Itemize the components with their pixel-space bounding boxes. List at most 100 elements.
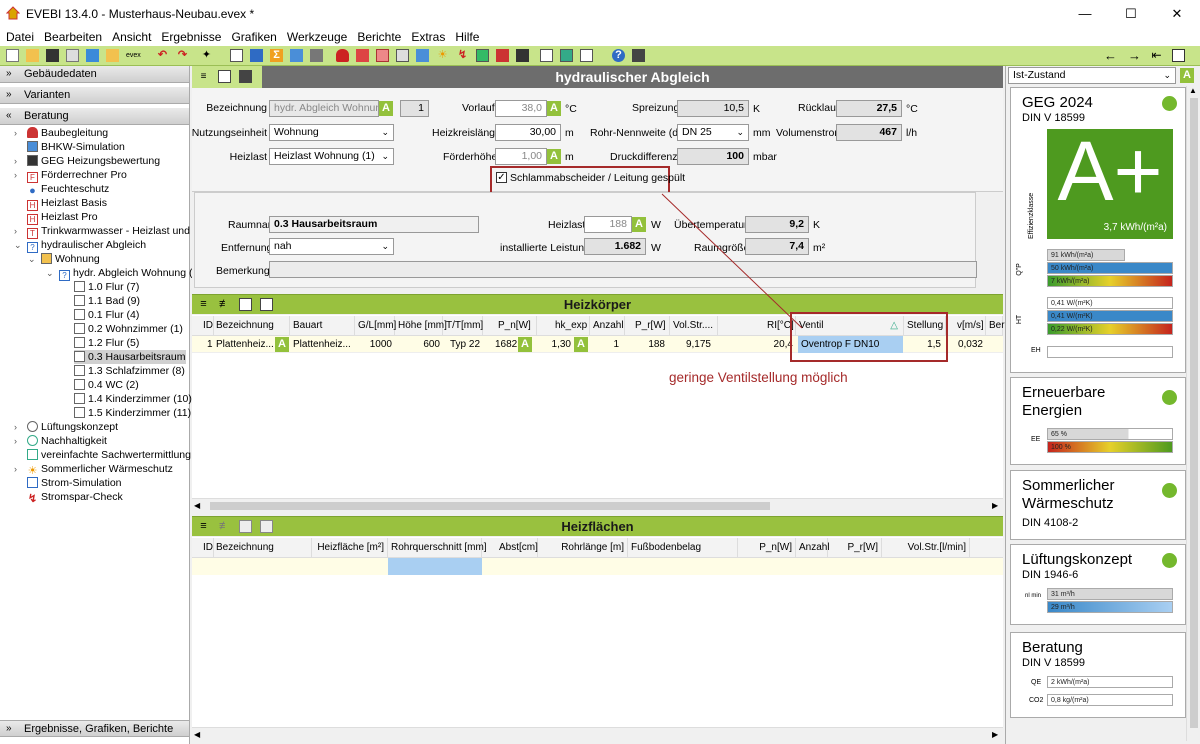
calculator-icon[interactable] xyxy=(290,49,303,62)
help-icon[interactable]: ? xyxy=(612,49,625,62)
tree-item-baubegleitung[interactable]: › Baubegleitung xyxy=(14,126,108,140)
col-ber[interactable]: Ber xyxy=(986,316,1005,336)
scroll-right-icon[interactable]: ▶ xyxy=(992,730,998,739)
auto-button[interactable]: A xyxy=(518,337,532,352)
export-icon[interactable] xyxy=(106,49,119,62)
copy-row-icon[interactable] xyxy=(239,298,252,311)
helmet-icon[interactable] xyxy=(336,49,349,62)
sun-icon[interactable]: ☀ xyxy=(436,49,449,62)
scroll-left-icon[interactable]: ◀ xyxy=(194,501,200,510)
tree-item-nachhaltigkeit[interactable]: › Nachhaltigkeit xyxy=(14,434,107,448)
collapse-icon[interactable]: ⌄ xyxy=(28,252,36,266)
minimize-button[interactable]: — xyxy=(1062,0,1108,28)
tree-item-sommerlicher-waermeschutz[interactable]: › ☀ Sommerlicher Wärmeschutz xyxy=(14,462,173,478)
menu-hilfe[interactable]: Hilfe xyxy=(449,28,483,44)
expand-icon[interactable]: › xyxy=(14,420,17,434)
col-hk-exp[interactable]: hk_exp xyxy=(552,316,590,336)
bemerkung-field[interactable] xyxy=(269,261,977,278)
add-row-icon[interactable]: ≡ xyxy=(197,520,210,533)
layout-icon[interactable] xyxy=(580,49,593,62)
paste-row-icon[interactable] xyxy=(260,520,273,533)
calc-dark-icon[interactable] xyxy=(632,49,645,62)
remove-row-icon[interactable]: ≢ xyxy=(218,520,231,533)
sommerlicher-waermeschutz-card[interactable]: Sommerlicher Wärmeschutz DIN 4108-2 xyxy=(1010,470,1186,540)
tree-item-room[interactable]: 1.3 Schlafzimmer (8) xyxy=(74,364,185,378)
settings-doc-icon[interactable] xyxy=(310,49,323,62)
open-folder-icon[interactable] xyxy=(26,49,39,62)
close-button[interactable]: ✕ xyxy=(1154,0,1200,28)
room-heizlast-field[interactable]: 188 xyxy=(584,216,632,233)
split-panel-icon[interactable] xyxy=(1172,49,1185,62)
collapse-icon[interactable]: ⌄ xyxy=(46,266,54,280)
report-icon[interactable] xyxy=(496,49,509,62)
auto-button[interactable]: A xyxy=(547,149,561,164)
scroll-up-icon[interactable]: ▲ xyxy=(1189,86,1197,95)
expand-icon[interactable]: › xyxy=(14,154,17,168)
paste-row-icon[interactable] xyxy=(260,298,273,311)
expand-icon[interactable]: › xyxy=(14,126,17,140)
vorlauf-field[interactable]: 38,0 xyxy=(495,100,547,117)
col-gl[interactable]: G/L[mm] xyxy=(355,316,396,336)
power-icon[interactable]: ↯ xyxy=(456,49,469,62)
col-hoehe[interactable]: Höhe [mm] xyxy=(395,316,447,336)
col-volstr[interactable]: Vol.Str.... xyxy=(670,316,718,336)
col-id[interactable]: ID xyxy=(200,316,214,336)
hydraulic-icon[interactable] xyxy=(396,49,409,62)
tree-item-sachwert[interactable]: vereinfachte Sachwertermittlung xyxy=(27,448,191,462)
heat-load-icon[interactable] xyxy=(376,49,389,62)
col-id[interactable]: ID xyxy=(200,538,214,558)
tree-item-bhkw[interactable]: BHKW-Simulation xyxy=(27,140,125,154)
tree-item-stromspar-check[interactable]: ↯ Stromspar-Check xyxy=(27,490,123,506)
menu-ansicht[interactable]: Ansicht xyxy=(106,28,155,44)
col-volstr[interactable]: Vol.Str.[l/min] xyxy=(882,538,970,558)
col-pr[interactable]: P_r[W] xyxy=(632,316,670,336)
col-bauart[interactable]: Bauart xyxy=(290,316,355,336)
tree-item-lueftungskonzept[interactable]: › Lüftungskonzept xyxy=(14,420,118,434)
tree-item-trinkwarmwasser[interactable]: › T Trinkwarmwasser - Heizlast und Be xyxy=(14,224,206,239)
sum-icon[interactable]: Σ xyxy=(270,49,283,62)
add-row-icon[interactable]: ≡ xyxy=(197,298,210,311)
beratung-card[interactable]: Beratung DIN V 18599 QE 2 kWh/(m²a) CO2 … xyxy=(1010,632,1186,718)
menu-werkzeuge[interactable]: Werkzeuge xyxy=(281,28,351,44)
heizkreislaenge-field[interactable]: 30,00 xyxy=(495,124,561,141)
menu-grafiken[interactable]: Grafiken xyxy=(225,28,280,44)
heizkoerper-scrollbar[interactable]: ◀ ▶ xyxy=(192,498,1003,512)
tree-item-room[interactable]: 0.2 Wohnzimmer (1) xyxy=(74,322,183,336)
tree-item-foerderrechner[interactable]: › F Förderrechner Pro xyxy=(14,168,127,183)
tree-item-room[interactable]: 1.5 Kinderzimmer (11) xyxy=(74,406,191,420)
tree-item-room[interactable]: 1.0 Flur (7) xyxy=(74,280,139,294)
calc-red-icon[interactable] xyxy=(356,49,369,62)
schlammabscheider-checkbox[interactable]: ✓ xyxy=(496,172,507,183)
rohr-nennweite-dropdown[interactable]: DN 25 ⌄ xyxy=(677,124,749,141)
tree-item-geg-heizung[interactable]: › GEG Heizungsbewertung xyxy=(14,154,160,168)
remove-row-icon[interactable]: ≢ xyxy=(218,298,231,311)
new-file-icon[interactable] xyxy=(6,49,19,62)
tree-item-room[interactable]: 0.4 WC (2) xyxy=(74,378,139,392)
menu-extras[interactable]: Extras xyxy=(405,28,449,44)
undo-icon[interactable]: ↶ xyxy=(156,49,169,62)
menu-ergebnisse[interactable]: Ergebnisse xyxy=(155,28,225,44)
col-anzahl[interactable]: Anzahl xyxy=(796,538,830,558)
table-row[interactable] xyxy=(192,558,1003,575)
forward-arrow-icon[interactable]: → xyxy=(1128,49,1141,62)
copy-row-icon[interactable] xyxy=(239,520,252,533)
collapse-panel-icon[interactable]: ⇤ xyxy=(1150,49,1163,62)
tree-item-strom-simulation[interactable]: Strom-Simulation xyxy=(27,476,122,490)
col-fussbodenbelag[interactable]: Fußbodenbelag xyxy=(628,538,738,558)
tree-item-room[interactable]: 0.1 Flur (4) xyxy=(74,308,139,322)
auto-button[interactable]: A xyxy=(379,101,393,116)
tree-view-icon[interactable]: ≡ xyxy=(197,70,210,83)
ventilation-icon[interactable] xyxy=(416,49,429,62)
auto-button[interactable]: A xyxy=(574,337,588,352)
page-icon[interactable] xyxy=(540,49,553,62)
header-gebaeudedaten[interactable]: » Gebäudedaten xyxy=(0,66,189,83)
col-abst[interactable]: Abst[cm] xyxy=(496,538,538,558)
scrollbar-thumb[interactable] xyxy=(210,502,770,510)
document-icon[interactable] xyxy=(230,49,243,62)
col-bezeichnung[interactable]: Bezeichnung xyxy=(213,538,312,558)
auto-button[interactable]: A xyxy=(275,337,289,352)
tree-item-heizlast-basis[interactable]: H Heizlast Basis xyxy=(27,196,107,211)
cell-rohrquerschnitt[interactable] xyxy=(388,558,482,575)
auto-button[interactable]: A xyxy=(632,217,646,232)
copy-icon[interactable] xyxy=(218,70,231,83)
